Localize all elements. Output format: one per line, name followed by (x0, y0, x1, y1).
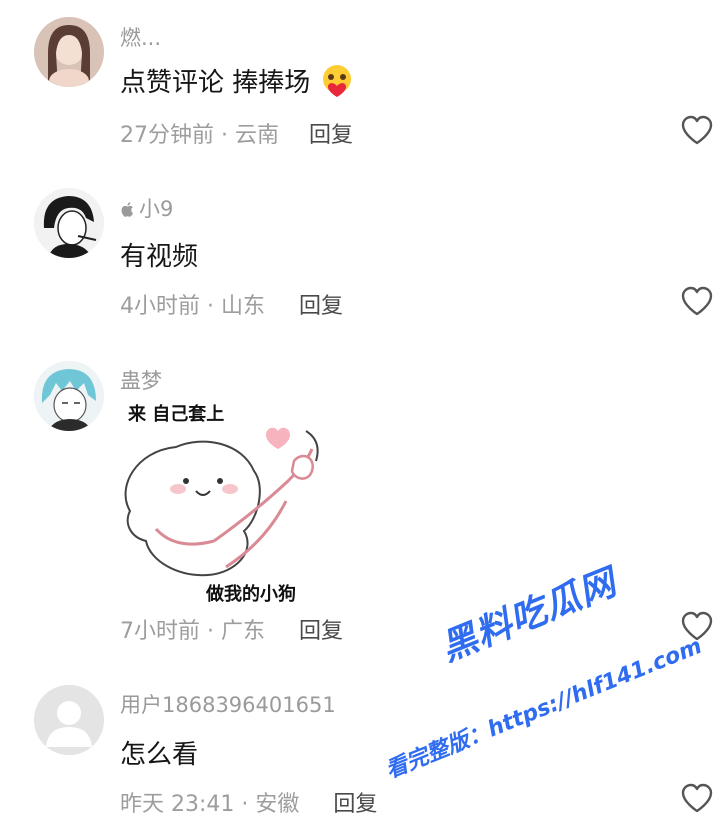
user-avatar-anime-icon (34, 361, 104, 431)
username[interactable]: 用户1868396401651 (120, 689, 336, 719)
comment-meta: 27分钟前 · 云南 回复 (120, 117, 353, 149)
reply-button[interactable]: 回复 (299, 613, 343, 645)
comment-text: 有视频 (120, 242, 199, 272)
avatar[interactable] (34, 17, 104, 87)
blushing-heart-emoji-icon (319, 63, 355, 99)
reply-button[interactable]: 回复 (299, 288, 343, 320)
like-button[interactable] (680, 610, 714, 642)
avatar[interactable] (34, 685, 104, 755)
timestamp-location: 27分钟前 · 云南 (120, 123, 279, 148)
username[interactable]: 小9 (120, 193, 173, 223)
apple-icon (120, 199, 135, 223)
default-avatar-icon (34, 685, 104, 755)
watermark: 黑料吃瓜网 看完整版：https://hlf141.com (380, 562, 720, 790)
comment-text: 怎么看 (120, 740, 199, 770)
watermark-title: 黑料吃瓜网 (435, 562, 623, 670)
comment-meta: 7小时前 · 广东 回复 (120, 613, 343, 645)
like-button[interactable] (680, 114, 714, 146)
timestamp-location: 7小时前 · 广东 (120, 619, 265, 644)
timestamp-location: 4小时前 · 山东 (120, 294, 265, 319)
avatar[interactable] (34, 361, 104, 431)
like-button[interactable] (680, 285, 714, 317)
user-avatar-photo-icon (34, 17, 104, 87)
comment-meta: 4小时前 · 山东 回复 (120, 288, 343, 320)
avatar[interactable] (34, 188, 104, 258)
heart-icon (681, 611, 713, 641)
username[interactable]: 燃... (120, 22, 161, 52)
heart-icon (681, 286, 713, 316)
user-avatar-sketch-icon (34, 188, 104, 258)
comment-text: 点赞评论 捧捧场 (120, 62, 355, 99)
heart-icon (681, 115, 713, 145)
sticker-caption: 做我的小狗 (206, 584, 296, 605)
heart-icon (681, 783, 713, 813)
sticker-caption: 来 自己套上 (128, 404, 225, 425)
timestamp-location: 昨天 23:41 · 安徽 (120, 792, 300, 817)
watermark-url: 看完整版：https://hlf141.com (382, 633, 706, 784)
reply-button[interactable]: 回复 (309, 117, 353, 149)
comment-meta: 昨天 23:41 · 安徽 回复 (120, 786, 377, 818)
reply-button[interactable]: 回复 (333, 786, 377, 818)
like-button[interactable] (680, 782, 714, 814)
